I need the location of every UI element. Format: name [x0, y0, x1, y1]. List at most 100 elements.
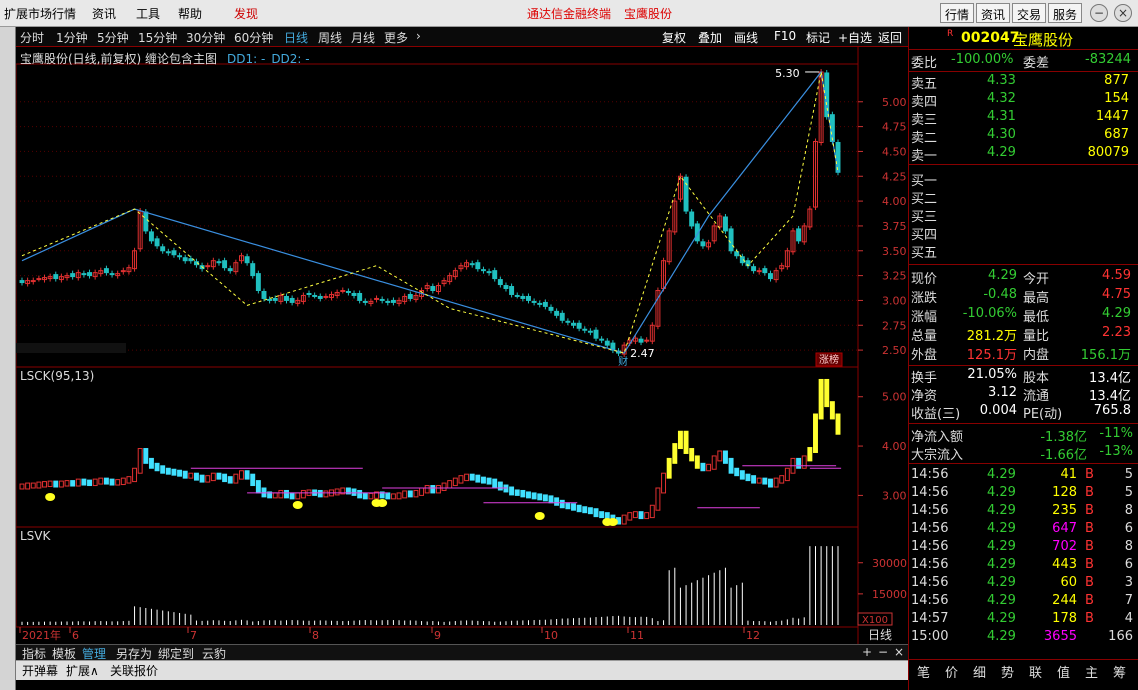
quote-tab[interactable]: 笔: [917, 662, 930, 681]
stat-value: 156.1万: [1080, 348, 1131, 363]
stat-label: 总量: [911, 329, 938, 344]
related-quote-button[interactable]: 关联报价: [110, 662, 158, 679]
tick-side: B: [1085, 575, 1094, 590]
tick-price: 4.29: [987, 629, 1016, 644]
lsck-bar: [745, 473, 751, 482]
menu-item-extended[interactable]: 扩展市场行情: [4, 5, 76, 22]
tick-count: 4: [1124, 611, 1133, 626]
chevron-right-icon[interactable]: ›: [416, 29, 421, 43]
quote-tab[interactable]: 主: [1085, 662, 1098, 681]
low-price-label: 2.47: [630, 347, 655, 360]
tool-mark[interactable]: 标记: [806, 29, 830, 46]
menu-item-help[interactable]: 帮助: [178, 5, 202, 22]
lsck-bar: [250, 473, 256, 487]
ask-row[interactable]: 卖一 4.29 80079: [909, 145, 1138, 164]
lsck-tick-label: 4.00: [882, 440, 907, 453]
candle-body: [728, 228, 734, 252]
menu-item-discover[interactable]: 发现: [234, 5, 258, 22]
menu-item-tools[interactable]: 工具: [136, 5, 160, 22]
quote-tab[interactable]: 细: [973, 662, 986, 681]
lsck-bar: [47, 480, 53, 488]
minimize-icon[interactable]: −: [1090, 4, 1108, 22]
trade-button[interactable]: 交易: [1012, 3, 1047, 23]
flow-label: 净流入额: [911, 430, 964, 445]
lsck-bar: [796, 457, 802, 469]
lsck-bar: [53, 480, 59, 488]
period-15min[interactable]: 15分钟: [138, 29, 177, 46]
candle-body: [345, 290, 351, 293]
stat-row: 涨幅 -10.06% 最低 4.29: [909, 306, 1138, 325]
zoom-out-icon[interactable]: −: [878, 645, 888, 659]
zoom-in-icon[interactable]: +: [862, 645, 872, 659]
lsck-bar: [120, 477, 126, 486]
extend-toggle[interactable]: 扩展∧: [66, 662, 99, 679]
period-fenshi[interactable]: 分时: [20, 29, 44, 46]
quote-tab[interactable]: 筹: [1113, 662, 1126, 681]
stat-label: 最低: [1023, 310, 1050, 325]
close-icon[interactable]: ×: [1114, 4, 1132, 22]
quote-tab[interactable]: 联: [1029, 662, 1042, 681]
bid-row[interactable]: 买四: [909, 224, 1138, 243]
price-tick-label: 3.50: [882, 245, 907, 258]
stat-label: 外盘: [911, 348, 938, 363]
dd-trend-line: [21, 70, 839, 354]
lsck-bar: [284, 489, 289, 499]
price-tick-label: 4.50: [882, 145, 907, 158]
quote-button[interactable]: 行情: [940, 3, 975, 23]
period-weekly[interactable]: 周线: [318, 29, 342, 46]
lsck-bar: [92, 478, 98, 487]
period-5min[interactable]: 5分钟: [97, 29, 129, 46]
ask-row[interactable]: 卖五 4.33 877: [909, 73, 1138, 92]
tick-count: 166: [1108, 629, 1133, 644]
service-button[interactable]: 服务: [1048, 3, 1083, 23]
candle-body: [165, 251, 171, 254]
lsvk-indicator-name[interactable]: LSVK: [20, 529, 50, 543]
quote-tab[interactable]: 价: [945, 662, 958, 681]
flow-value: -1.38亿: [1040, 430, 1087, 445]
kline-chart[interactable]: 5.00 4.75 4.50 4.25 4.00 3.75 3.50 3.25 3.00 2.75…: [16, 47, 908, 644]
quote-tab[interactable]: 势: [1001, 662, 1014, 681]
tool-back[interactable]: 返回: [878, 29, 902, 46]
stat2-row: 收益(三) 0.004 PE(动) 765.8: [909, 403, 1138, 422]
lsck-bar: [621, 514, 627, 525]
period-60min[interactable]: 60分钟: [234, 29, 273, 46]
tool-f10[interactable]: F10: [774, 29, 796, 43]
quote-tab[interactable]: 值: [1057, 662, 1070, 681]
lsck-bar: [210, 472, 216, 482]
stat2-row: 换手 21.05% 股本 13.4亿: [909, 367, 1138, 386]
tool-overlay[interactable]: 叠加: [698, 29, 722, 46]
bid-row[interactable]: 买一: [909, 170, 1138, 189]
bid-row[interactable]: 买五: [909, 242, 1138, 261]
quote-panel: R 002047 宝鹰股份 委比 -100.00% 委差 -83244 卖五 4…: [908, 27, 1138, 690]
lsck-bar: [694, 455, 700, 469]
close-panel-icon[interactable]: ×: [894, 645, 904, 659]
tick-time: 14:56: [911, 521, 949, 536]
candle-body: [284, 295, 289, 301]
period-monthly[interactable]: 月线: [351, 29, 375, 46]
ask-volume: 877: [1104, 73, 1129, 88]
period-more[interactable]: 更多: [384, 29, 408, 46]
tool-draw[interactable]: 画线: [734, 29, 758, 46]
menu-item-news[interactable]: 资讯: [92, 5, 116, 22]
lsck-bar: [30, 482, 36, 489]
lsck-bar: [565, 502, 571, 510]
indicator-tabs: 指标 模板 管理 另存为 绑定到 云豹 + − ×: [16, 644, 908, 661]
chart-info-line: 宝鹰股份(日线,前复权) 缠论包含主图 DD1: - DD2: -: [20, 50, 310, 67]
ask-row[interactable]: 卖四 4.32 154: [909, 91, 1138, 110]
candle-body: [835, 141, 841, 173]
kline-chart-area[interactable]: 5.00 4.75 4.50 4.25 4.00 3.75 3.50 3.25 3.00 2.75…: [16, 47, 908, 644]
news-button[interactable]: 资讯: [976, 3, 1011, 23]
period-1min[interactable]: 1分钟: [56, 29, 88, 46]
lsck-indicator-name[interactable]: LSCK(95,13): [20, 369, 94, 383]
period-30min[interactable]: 30分钟: [186, 29, 225, 46]
price-tick-label: 4.25: [882, 170, 907, 183]
period-daily[interactable]: 日线: [284, 29, 308, 46]
ask-row[interactable]: 卖三 4.31 1447: [909, 109, 1138, 128]
danmu-toggle[interactable]: 开弹幕: [22, 662, 58, 679]
bid-row[interactable]: 买三: [909, 206, 1138, 225]
tool-fuquan[interactable]: 复权: [662, 29, 686, 46]
tool-add-watch[interactable]: +自选: [838, 29, 872, 46]
ask-row[interactable]: 卖二 4.30 687: [909, 127, 1138, 146]
bid-row[interactable]: 买二: [909, 188, 1138, 207]
candle-body: [644, 339, 650, 342]
